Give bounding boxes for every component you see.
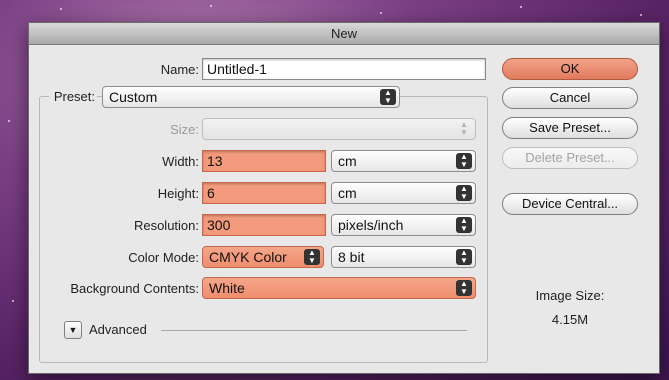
dialog-title: New xyxy=(29,23,659,45)
width-label: Width: xyxy=(162,154,199,169)
bit-depth-select[interactable]: 8 bit ▲ ▼ xyxy=(331,246,476,268)
preset-select-value: Custom xyxy=(109,89,158,105)
ok-button[interactable]: OK xyxy=(502,58,638,80)
height-label: Height: xyxy=(157,186,199,201)
image-size-value: 4.15M xyxy=(551,312,589,327)
up-down-arrows-icon: ▲ ▼ xyxy=(456,249,472,265)
resolution-field[interactable]: 300 xyxy=(202,214,326,236)
up-down-arrows-icon: ▲ ▼ xyxy=(456,217,472,233)
color-mode-value: CMYK Color xyxy=(209,249,287,265)
height-unit-select[interactable]: cm ▲ ▼ xyxy=(331,182,476,204)
height-field[interactable]: 6 xyxy=(202,182,326,204)
resolution-unit-value: pixels/inch xyxy=(338,217,404,233)
advanced-label[interactable]: Advanced xyxy=(89,322,159,337)
color-mode-select[interactable]: CMYK Color ▲ ▼ xyxy=(202,246,324,268)
advanced-disclosure-button[interactable]: ▼ xyxy=(64,321,82,339)
preset-label: Preset: xyxy=(49,89,97,104)
width-unit-select[interactable]: cm ▲ ▼ xyxy=(331,150,476,172)
advanced-divider xyxy=(161,330,467,331)
background-contents-select[interactable]: White ▲ ▼ xyxy=(202,277,476,299)
name-label: Name: xyxy=(160,62,199,77)
size-select: ▲ ▼ xyxy=(202,118,476,140)
width-field[interactable]: 13 xyxy=(202,150,326,172)
height-unit-value: cm xyxy=(338,185,357,201)
width-unit-value: cm xyxy=(338,153,357,169)
save-preset-button[interactable]: Save Preset... xyxy=(502,117,638,139)
device-central-button[interactable]: Device Central... xyxy=(502,193,638,215)
preset-select[interactable]: Custom ▲ ▼ xyxy=(102,86,400,108)
name-field[interactable]: Untitled-1 xyxy=(202,58,486,80)
up-down-arrows-icon: ▲ ▼ xyxy=(456,280,472,296)
cancel-button[interactable]: Cancel xyxy=(502,87,638,109)
color-mode-label: Color Mode: xyxy=(128,250,199,265)
size-label: Size: xyxy=(170,122,199,137)
up-down-arrows-icon: ▲ ▼ xyxy=(380,89,396,105)
image-size-label: Image Size: xyxy=(535,288,605,303)
triangle-down-icon: ▼ xyxy=(68,325,78,335)
delete-preset-button: Delete Preset... xyxy=(502,147,638,169)
up-down-arrows-icon: ▲ ▼ xyxy=(456,185,472,201)
resolution-label: Resolution: xyxy=(133,218,199,233)
bit-depth-value: 8 bit xyxy=(338,249,365,265)
background-contents-label: Background Contents: xyxy=(70,281,199,296)
up-down-arrows-icon: ▲ ▼ xyxy=(460,120,468,137)
background-contents-value: White xyxy=(209,280,245,296)
up-down-arrows-icon: ▲ ▼ xyxy=(456,153,472,169)
resolution-unit-select[interactable]: pixels/inch ▲ ▼ xyxy=(331,214,476,236)
up-down-arrows-icon: ▲ ▼ xyxy=(304,249,320,265)
new-document-dialog: New Name: Untitled-1 Preset: Custom ▲ ▼ S… xyxy=(28,22,660,374)
